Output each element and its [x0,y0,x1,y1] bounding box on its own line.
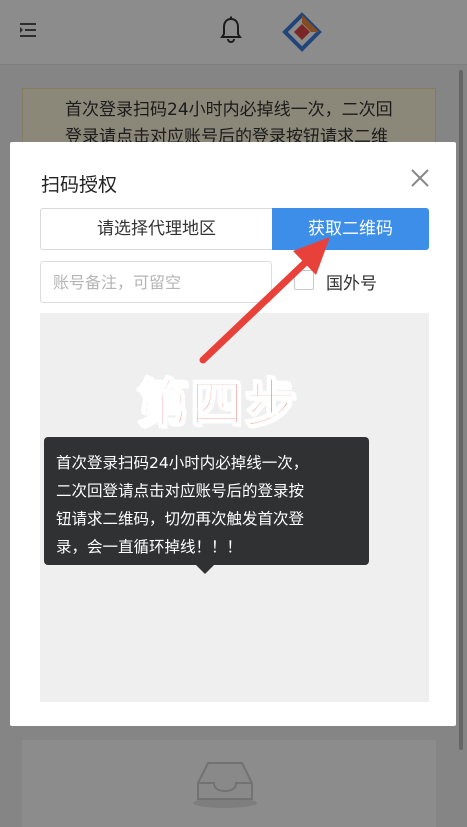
foreign-number-checkbox[interactable] [294,270,314,290]
tooltip-line: 首次登录扫码24小时内必掉线一次， [56,454,309,472]
close-icon[interactable] [408,166,432,190]
tooltip-line: 钮请求二维码，切勿再次触发首次登 [56,510,305,528]
step-annotation: 第四步 [136,374,300,436]
foreign-number-label: 国外号 [326,274,377,294]
tooltip-caret [196,565,214,574]
tooltip-line: 二次回登请点击对应账号后的登录按 [56,482,305,500]
get-qrcode-button[interactable]: 获取二维码 [272,208,429,250]
account-remark-input[interactable] [40,261,272,303]
proxy-region-select[interactable]: 请选择代理地区 [40,208,272,250]
login-tooltip: 首次登录扫码24小时内必掉线一次， 二次回登请点击对应账号后的登录按 钮请求二维… [44,437,369,565]
modal-title: 扫码授权 [41,174,118,196]
tooltip-line: 录，会一直循环掉线！！！ [56,538,243,556]
